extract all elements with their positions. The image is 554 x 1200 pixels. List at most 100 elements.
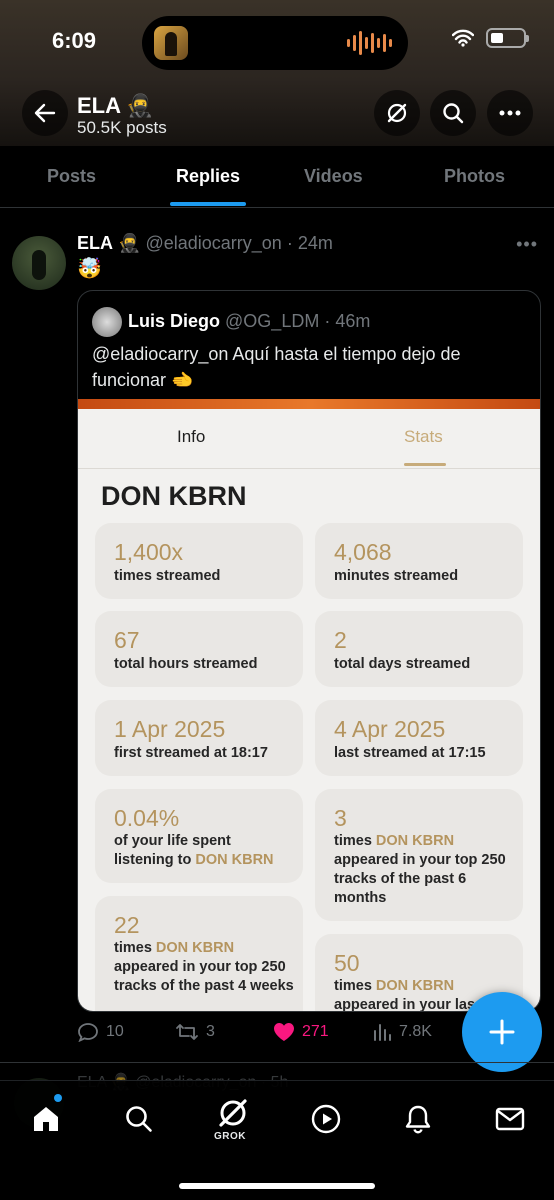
nav-search[interactable] — [119, 1099, 159, 1139]
stat-value: 50 — [334, 950, 360, 976]
media-tab-info: Info — [177, 427, 206, 446]
tab-photos[interactable]: Photos — [444, 166, 505, 187]
heart-filled-icon — [274, 1023, 294, 1041]
bell-icon — [405, 1105, 431, 1134]
home-icon — [34, 1107, 58, 1131]
views-button[interactable]: 7.8K — [372, 1022, 432, 1042]
stat-label: total hours streamed — [114, 656, 258, 672]
post-author-handle[interactable]: @eladiocarry_on — [145, 233, 281, 253]
audio-waveform-icon — [347, 30, 392, 56]
avatar[interactable] — [12, 236, 66, 290]
quote-author-name: Luis Diego — [128, 311, 221, 331]
post-divider — [0, 1062, 554, 1063]
stat-label: total days streamed — [334, 656, 471, 672]
reply-count: 10 — [106, 1023, 124, 1040]
quote-author-handle: @OG_LDM — [225, 311, 320, 331]
status-time: 6:09 — [52, 28, 97, 53]
back-button[interactable] — [22, 90, 68, 136]
play-circle-icon — [311, 1104, 341, 1134]
system-icons — [452, 28, 529, 48]
quoted-post[interactable]: Luis Diego @OG_LDM · 46m @eladiocarry_on… — [77, 290, 541, 1012]
stat-value: 0.04% — [114, 805, 180, 831]
compose-button[interactable] — [462, 992, 542, 1072]
stat-value: 67 — [114, 627, 140, 653]
search-icon — [126, 1106, 152, 1132]
quote-avatar — [92, 307, 122, 337]
reply-icon — [78, 1023, 98, 1042]
stat-card: 4 Apr 2025 last streamed at 17:15 — [315, 700, 523, 776]
now-playing-artwork — [154, 26, 188, 60]
home-notification-dot — [54, 1094, 62, 1102]
stat-label: last streamed at 17:15 — [334, 745, 486, 761]
quote-time: · 46m — [324, 311, 371, 331]
more-button[interactable] — [487, 90, 533, 136]
post-time: · 24m — [286, 233, 333, 253]
stat-label: times DON KBRN appeared in your top 250 … — [334, 833, 506, 906]
quote-header: Luis Diego @OG_LDM · 46m — [128, 311, 370, 332]
search-icon — [443, 103, 464, 124]
profile-name: ELA 🥷 — [77, 93, 154, 118]
post-author-name[interactable]: ELA — [77, 233, 113, 253]
post-more-icon[interactable]: ••• — [516, 234, 538, 255]
stat-value: 22 — [114, 912, 140, 938]
nav-media[interactable] — [306, 1099, 346, 1139]
stat-value: 1 Apr 2025 — [114, 716, 226, 742]
nav-home[interactable] — [26, 1099, 66, 1139]
tab-videos[interactable]: Videos — [304, 166, 363, 187]
stat-card: 22 times DON KBRN appeared in your top 2… — [95, 896, 303, 1011]
views-count: 7.8K — [399, 1023, 432, 1040]
stat-value: 4,068 — [334, 539, 392, 565]
quote-media-image[interactable]: Info Stats DON KBRN 1,400x times streame… — [78, 399, 540, 1011]
media-tab-stats: Stats — [404, 427, 443, 446]
post-actions: 10 3 271 7.8K — [77, 1018, 457, 1048]
media-tabs: Info Stats — [78, 409, 540, 469]
repost-count: 3 — [206, 1023, 215, 1040]
status-bar: 6:09 — [0, 0, 554, 80]
views-chart-icon — [374, 1024, 391, 1041]
repost-icon — [176, 1024, 198, 1040]
stat-card: 2 total days streamed — [315, 611, 523, 687]
stat-label: first streamed at 18:17 — [114, 745, 268, 761]
dynamic-island[interactable] — [142, 16, 408, 70]
quote-text: @eladiocarry_on Aquí hasta el tiempo dej… — [92, 344, 461, 390]
nav-notifications[interactable] — [398, 1099, 438, 1139]
like-button[interactable]: 271 — [273, 1022, 329, 1042]
grok-button[interactable] — [374, 90, 420, 136]
post-text: 🤯 — [77, 258, 102, 280]
stat-value: 1,400x — [114, 539, 184, 565]
posts-count: 50.5K posts — [77, 118, 167, 137]
stat-value: 3 — [334, 805, 347, 831]
grok-label: GROK — [214, 1131, 246, 1142]
tab-posts[interactable]: Posts — [47, 166, 96, 187]
mail-icon — [495, 1107, 525, 1131]
stat-card: 67 total hours streamed — [95, 611, 303, 687]
media-banner — [78, 399, 540, 409]
stat-value: 4 Apr 2025 — [334, 716, 446, 742]
stat-label: minutes streamed — [334, 568, 459, 584]
repost-button[interactable]: 3 — [175, 1022, 215, 1042]
home-indicator[interactable] — [179, 1183, 375, 1189]
wifi-icon — [452, 29, 474, 47]
stat-label: times streamed — [114, 568, 221, 584]
nav-grok[interactable] — [213, 1093, 253, 1133]
stat-card: 1,400x times streamed — [95, 523, 303, 599]
profile-header: ELA 🥷 50.5K posts — [0, 80, 554, 146]
stat-card: 3 times DON KBRN appeared in your top 25… — [315, 789, 523, 921]
active-tab-indicator — [170, 202, 246, 206]
bottom-nav — [0, 1080, 554, 1200]
nav-messages[interactable] — [490, 1099, 530, 1139]
search-button[interactable] — [430, 90, 476, 136]
grok-icon — [219, 1099, 247, 1127]
stat-card: 4,068 minutes streamed — [315, 523, 523, 599]
media-tab-indicator — [404, 463, 446, 466]
battery-icon — [486, 28, 529, 48]
grok-icon — [387, 103, 407, 123]
tab-replies[interactable]: Replies — [176, 166, 240, 187]
profile-tabs: Posts Replies Videos Photos — [0, 146, 554, 208]
plus-icon — [489, 1019, 515, 1045]
post-author-emoji: 🥷 — [118, 233, 141, 253]
stat-label: times DON KBRN appeared in your top 250 … — [114, 940, 294, 994]
arrow-left-icon — [34, 103, 56, 123]
reply-button[interactable]: 10 — [77, 1022, 124, 1042]
artist-title: DON KBRN — [101, 481, 247, 511]
